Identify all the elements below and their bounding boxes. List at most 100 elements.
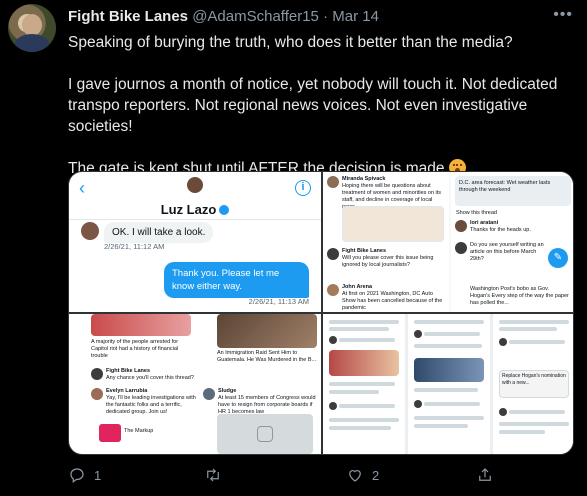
like-button[interactable]: 2 (346, 466, 379, 484)
tweet-avatar (327, 248, 339, 260)
separator: · (323, 8, 329, 25)
reply-count: 1 (94, 467, 102, 483)
tweet-avatar (91, 368, 103, 380)
tweet-avatar (455, 220, 467, 232)
tweet-avatar (414, 400, 422, 408)
news-photo (329, 350, 399, 376)
media-image-chat[interactable]: ‹ i Luz Lazo OK. I will take a look. 2/2… (69, 172, 321, 312)
news-photo (414, 358, 484, 382)
text-line (499, 422, 569, 426)
retweet-button[interactable] (204, 466, 230, 484)
image-icon (257, 426, 273, 442)
share-icon (476, 466, 494, 484)
reply-button[interactable]: 1 (68, 466, 101, 484)
info-icon: i (295, 180, 311, 196)
text-line (329, 390, 379, 394)
text-line (414, 388, 478, 392)
media-image-tweets-2[interactable]: A majority of the people arrested for Ca… (69, 314, 321, 454)
news-photo (217, 314, 317, 348)
outgoing-message: Thank you. Please let me know either way… (164, 262, 309, 298)
text-line (414, 416, 484, 420)
tweet-avatar (414, 330, 422, 338)
mini-name: Miranda Spivack (342, 176, 386, 182)
markup-logo (99, 424, 121, 442)
headline: An Immigration Raid Sent Him to Guatemal… (217, 350, 317, 363)
back-icon: ‹ (79, 178, 85, 198)
like-count: 2 (372, 467, 380, 483)
mini-text: Any chance you'll cover this thread? (106, 375, 194, 381)
markup-badge: The Markup (124, 428, 154, 434)
quoted-caption: Replace Hogan's nomination with a new... (502, 373, 566, 386)
tweet-header: Fight Bike Lanes @AdamSchaffer15 · Mar 1… (68, 8, 379, 25)
media-grid[interactable]: ‹ i Luz Lazo OK. I will take a look. 2/2… (68, 171, 574, 455)
share-button[interactable] (476, 466, 494, 484)
tweet-avatar (499, 408, 507, 416)
text-line (424, 402, 480, 406)
mini-tweet: Fight Bike Lanes Will you please cover th… (342, 248, 444, 269)
tweet-avatar (327, 284, 339, 296)
text-line (414, 424, 468, 428)
retweet-icon (204, 466, 222, 484)
media-image-tweets-3[interactable]: Replace Hogan's nomination with a new... (323, 314, 573, 454)
heart-icon (346, 466, 364, 484)
timestamp[interactable]: Mar 14 (332, 8, 379, 25)
tweet-avatar (327, 176, 339, 188)
tweet-text: Speaking of burying the truth, who does … (68, 32, 574, 179)
mini-name: Fight Bike Lanes (342, 248, 387, 254)
text-line (424, 332, 480, 336)
tweet-avatar (455, 242, 467, 254)
mini-tweet: lori aratani Thanks for the heads up. (470, 220, 570, 234)
text-line (329, 418, 399, 422)
text-line (329, 327, 389, 331)
tweet-avatar (499, 338, 507, 346)
divider (69, 219, 321, 220)
mini-tweet: Fight Bike Lanes Any chance you'll cover … (106, 368, 196, 382)
mini-text: Yay, I'll be leading investigations with… (106, 395, 196, 415)
text-line (414, 320, 484, 324)
mini-name: Fight Bike Lanes (106, 368, 151, 374)
text-line (339, 404, 395, 408)
avatar[interactable] (8, 4, 56, 52)
text-line (509, 410, 565, 414)
avatar-face (22, 14, 42, 36)
handle[interactable]: @AdamSchaffer15 (192, 8, 319, 25)
mini-text: At least 15 members of Congress would ha… (218, 395, 316, 415)
mini-tweet: Evelyn Larrubia Yay, I'll be leading inve… (106, 388, 196, 416)
outgoing-time: 2/26/21, 11:13 AM (248, 297, 309, 306)
mini-name: Sludge (218, 388, 237, 394)
text-line (499, 430, 545, 434)
reply-icon (68, 466, 86, 484)
mini-name: John Arena (342, 284, 373, 290)
news-photo (91, 314, 191, 336)
text-line (339, 338, 395, 342)
headline: A majority of the people arrested for Ca… (91, 339, 179, 359)
incoming-message: OK. I will take a look. (104, 222, 214, 243)
mini-name: lori aratani (470, 220, 499, 226)
text-line (414, 344, 482, 348)
tweet[interactable]: Fight Bike Lanes @AdamSchaffer15 · Mar 1… (0, 0, 587, 496)
contact-name: Luz Lazo (69, 202, 321, 217)
text-line (499, 327, 557, 331)
compose-icon: ✎ (548, 248, 568, 268)
incoming-time: 2/26/21, 11:12 AM (104, 242, 165, 251)
more-icon[interactable]: ••• (553, 6, 573, 24)
link-card-text: D.C. area forecast: Wet weather lasts th… (459, 180, 551, 193)
text-line (329, 426, 391, 430)
display-name[interactable]: Fight Bike Lanes (68, 8, 188, 25)
tweet-paragraph: Speaking of burying the truth, who does … (68, 34, 513, 51)
tweet-avatar (91, 388, 103, 400)
message-avatar (81, 222, 99, 240)
tweet-paragraph: I gave journos a month of notice, yet no… (68, 76, 558, 135)
quoted-tweet (342, 206, 444, 242)
contact-name-text: Luz Lazo (160, 202, 217, 217)
mini-tweet-text: Washington Post's bobo as Gov. Hogan's E… (470, 286, 569, 306)
media-image-tweets-1[interactable]: Miranda Spivack Hoping there will be ques… (323, 172, 573, 312)
mini-tweet: Sludge At least 15 members of Congress wo… (218, 388, 316, 416)
mini-tweet-text: Do you see yourself writing an article o… (470, 242, 544, 262)
contact-avatar (187, 177, 203, 193)
tweet-avatar (329, 402, 337, 410)
text-line (329, 382, 395, 386)
mini-text: Will you please cover this issue being i… (342, 255, 434, 268)
text-line (509, 340, 565, 344)
text-line (329, 320, 399, 324)
